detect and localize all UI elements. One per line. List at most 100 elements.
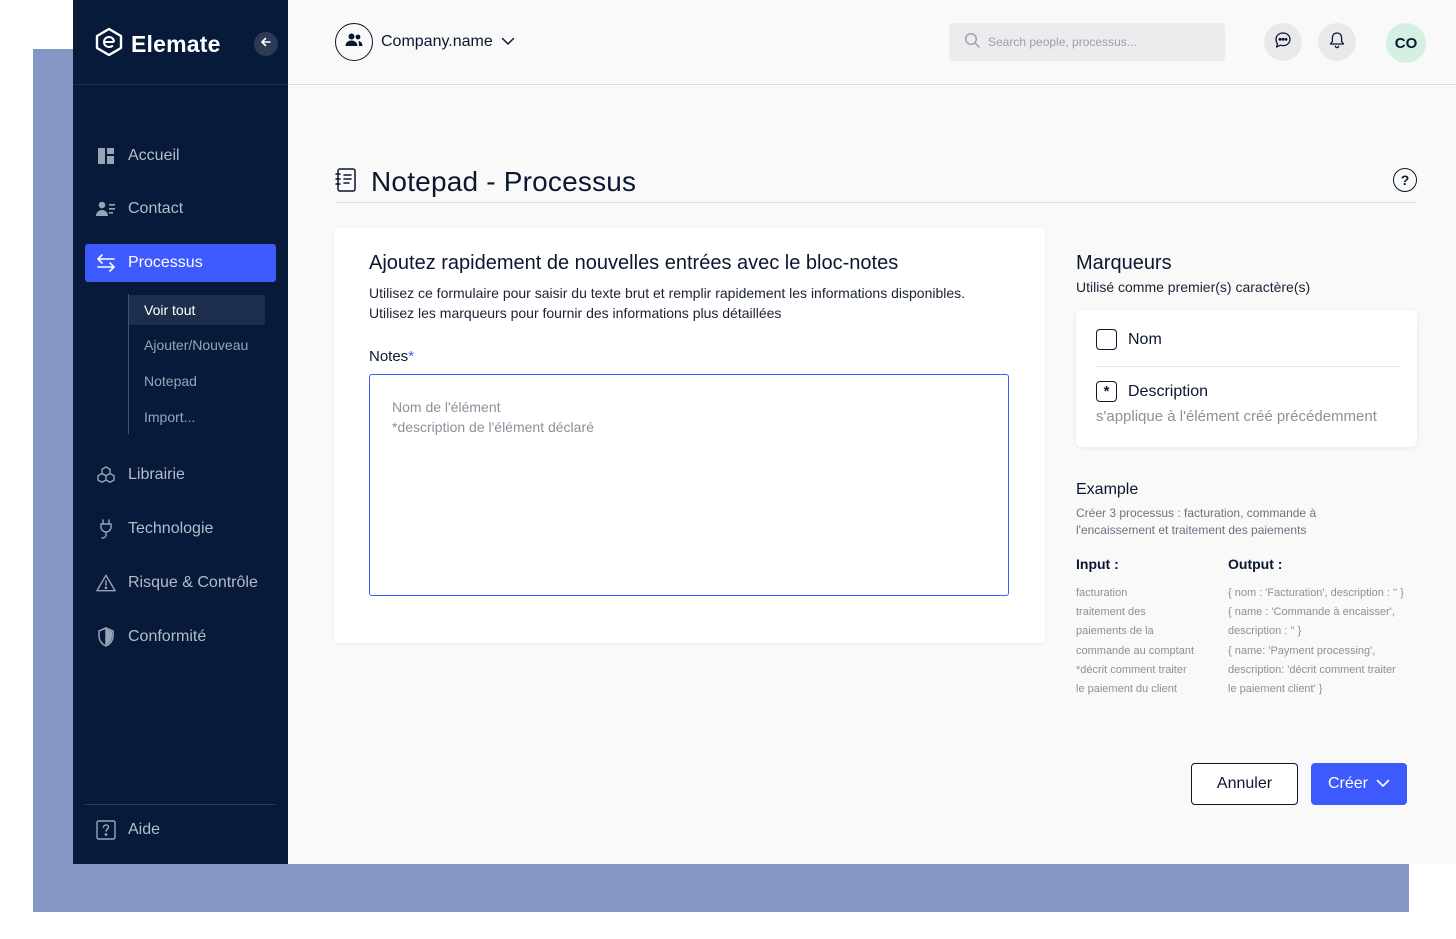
example-input-line: *décrit comment traiter [1076,663,1187,676]
search-input[interactable] [988,35,1208,49]
subnav-item-notepad[interactable]: Notepad [129,366,265,396]
search-icon [964,32,980,53]
marker-row-description: * Description [1096,381,1208,402]
title-divider [335,202,1417,203]
cubes-icon [96,465,116,485]
sidebar-item-conformite[interactable]: Conformité [85,618,276,656]
question-icon: ? [1400,172,1410,188]
marker-divider [1096,366,1400,367]
notifications-button[interactable] [1318,23,1356,61]
example-output: { nom : 'Facturation', description : '' … [1228,584,1404,699]
bell-icon [1329,31,1345,54]
example-output-line: le paiement client' } [1228,683,1323,696]
input-title: Input : [1076,556,1119,572]
sidebar-item-processus[interactable]: Processus [85,244,276,282]
sidebar-item-label: Processus [128,254,203,271]
example-output-line: { name : 'Commande à encaisser', [1228,606,1395,619]
user-avatar[interactable]: CO [1386,23,1426,63]
marker-symbol: * [1096,381,1117,402]
sidebar-item-label: Accueil [128,147,180,164]
sidebar-item-risque[interactable]: Risque & Contrôle [85,564,276,602]
messages-button[interactable] [1264,23,1302,61]
notes-label-text: Notes [369,348,409,365]
shield-icon [96,627,116,647]
example-output-line: description: 'décrit comment traiter [1228,663,1396,676]
output-title: Output : [1228,556,1283,572]
brand-name: Elemate [131,30,221,57]
example-description: Créer 3 processus : facturation, command… [1076,506,1317,537]
page-title-row: Notepad - Processus [335,166,636,198]
marker-symbol [1096,329,1117,350]
create-button[interactable]: Créer [1311,763,1407,805]
sidebar-item-label: Conformité [128,628,207,645]
contacts-icon [96,199,116,219]
marker-label: Description [1128,382,1209,400]
sidebar-item-label: Aide [128,821,161,838]
arrow-left-icon [260,35,272,53]
sidebar-item-technologie[interactable]: Technologie [85,510,276,548]
question-square-icon [96,820,116,840]
company-avatar [335,23,373,61]
example-input: facturation traitement des paiements de … [1076,584,1194,699]
example-input-line: paiements de la [1076,625,1154,638]
sidebar-divider [85,804,275,805]
sidebar-item-label: Contact [128,200,184,217]
cancel-button[interactable]: Annuler [1191,763,1298,805]
swap-arrows-icon [96,253,116,273]
warning-icon [96,573,116,593]
form-description: Utilisez ce formulaire pour saisir du te… [369,283,1029,323]
marker-hint: s'applique à l'élément créé précédemment [1096,408,1377,425]
top-bar: Company.name CO [288,0,1456,85]
example-input-line: commande au comptant [1076,644,1195,657]
example-input-line: facturation [1076,587,1128,599]
form-description-line: Utilisez les marqueurs pour fournir des … [369,305,782,321]
collapse-sidebar-button[interactable] [254,32,278,56]
sidebar-item-label: Librairie [128,466,185,483]
dashboard-icon [96,146,116,166]
marker-label: Nom [1128,330,1162,348]
notepad-form-card: Ajoutez rapidement de nouvelles entrées … [334,228,1045,643]
chevron-down-icon [1376,775,1390,793]
page-title: Notepad - Processus [371,166,637,197]
sidebar-item-accueil[interactable]: Accueil [85,137,276,175]
required-mark: * [408,348,415,365]
example-output-line: { name: 'Payment processing', [1228,644,1376,657]
sidebar-item-librairie[interactable]: Librairie [85,456,276,494]
subnav-item-import[interactable]: Import... [129,402,265,432]
form-description-line: Utilisez ce formulaire pour saisir du te… [369,285,966,301]
markers-title: Marqueurs [1076,252,1172,274]
example-output-line: { nom : 'Facturation', description : '' … [1228,587,1404,599]
subnav-item-ajouter[interactable]: Ajouter/Nouveau [129,330,265,360]
sidebar-item-aide[interactable]: Aide [85,811,276,849]
markers-card: Nom * Description s'applique à l'élément… [1076,310,1417,447]
help-button[interactable]: ? [1393,168,1417,192]
example-input-line: traitement des [1076,606,1146,619]
notepad-icon [335,167,357,198]
markers-subtitle: Utilisé comme premier(s) caractère(s) [1076,279,1311,295]
app-window: Elemate Accueil Contact Processus Voir t… [73,0,1456,864]
create-button-label: Créer [1327,775,1368,792]
sidebar-item-label: Technologie [128,520,214,537]
sidebar-divider [73,84,288,85]
example-input-line: le paiement du client [1076,683,1177,696]
processus-subnav: Voir tout Ajouter/Nouveau Notepad Import… [128,294,268,434]
company-switcher[interactable]: Company.name [335,23,515,61]
elemate-logo-icon [95,27,123,62]
sidebar-item-label: Risque & Contrôle [128,574,258,591]
search-box [949,23,1225,61]
users-icon [345,33,363,52]
example-title: Example [1076,481,1139,498]
notes-textarea[interactable] [369,374,1009,596]
example-output-line: description : '' } [1228,625,1302,638]
sidebar-item-contact[interactable]: Contact [85,190,276,228]
chat-bubble-icon [1274,31,1292,54]
brand[interactable]: Elemate [95,26,221,62]
form-heading: Ajoutez rapidement de nouvelles entrées … [369,252,899,274]
chevron-down-icon [501,33,515,51]
sidebar: Elemate Accueil Contact Processus Voir t… [73,0,288,864]
marker-row-nom: Nom [1096,329,1162,350]
company-name: Company.name [381,33,493,50]
plug-icon [96,519,116,539]
subnav-item-voir-tout[interactable]: Voir tout [129,295,265,325]
notes-label: Notes* [369,348,414,365]
